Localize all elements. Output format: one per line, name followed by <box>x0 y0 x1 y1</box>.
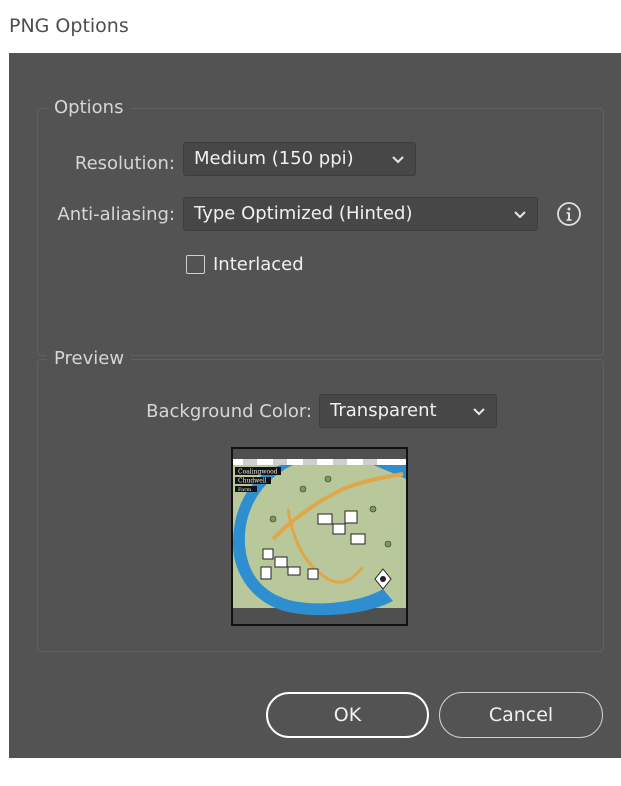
antialiasing-label: Anti-aliasing: <box>57 204 175 225</box>
info-icon[interactable] <box>556 201 582 227</box>
window-title: PNG Options <box>9 15 129 37</box>
left-edge <box>0 53 9 758</box>
resolution-label: Resolution: <box>74 153 175 174</box>
map-thumbnail: Coalingwood Chudwell Farm <box>233 449 406 624</box>
dialog-body: Options Resolution: Medium (150 ppi) Ant… <box>9 53 621 758</box>
interlaced-checkbox[interactable] <box>186 255 205 274</box>
chevron-down-icon <box>514 211 526 219</box>
interlaced-label[interactable]: Interlaced <box>213 254 304 276</box>
preview-image: Coalingwood Chudwell Farm <box>231 447 408 626</box>
map-label-2: Chudwell <box>238 478 267 485</box>
map-label-1: Coalingwood <box>238 469 278 476</box>
antialiasing-value: Type Optimized (Hinted) <box>194 203 413 224</box>
ok-button[interactable]: OK <box>266 692 429 738</box>
background-color-select[interactable]: Transparent <box>319 394 497 428</box>
options-group-label: Options <box>47 97 131 119</box>
chevron-down-icon <box>392 156 404 164</box>
title-bar: PNG Options <box>0 0 621 53</box>
cancel-button[interactable]: Cancel <box>439 692 603 738</box>
resolution-select[interactable]: Medium (150 ppi) <box>183 142 416 176</box>
chevron-down-icon <box>473 408 485 416</box>
background-color-label: Background Color: <box>146 401 312 422</box>
antialiasing-select[interactable]: Type Optimized (Hinted) <box>183 197 538 231</box>
map-label-3: Farm <box>238 487 252 493</box>
background-color-value: Transparent <box>330 400 437 421</box>
bottom-edge <box>0 758 621 786</box>
resolution-value: Medium (150 ppi) <box>194 148 354 169</box>
preview-group-label: Preview <box>47 348 132 370</box>
